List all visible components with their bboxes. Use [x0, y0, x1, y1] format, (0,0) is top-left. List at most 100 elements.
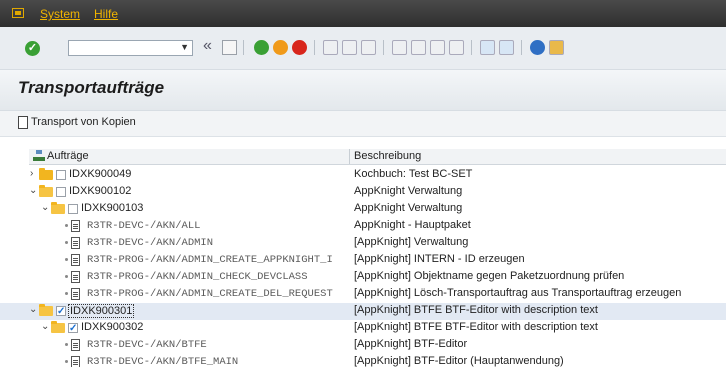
- next-page-icon[interactable]: [430, 40, 445, 55]
- object-description: [AppKnight] BTF-Editor: [354, 338, 468, 350]
- tree-row[interactable]: ⌄ IDXK900102 AppKnight Verwaltung: [0, 184, 726, 201]
- object-icon: [71, 220, 80, 232]
- object-description: [AppKnight] INTERN - ID erzeugen: [354, 253, 525, 265]
- task-id: IDXK900302: [81, 321, 144, 333]
- object-key: R3TR-PROG-/AKN/ADMIN_CHECK_DEVCLASS: [87, 271, 308, 283]
- column-header-requests[interactable]: Aufträge: [47, 150, 89, 162]
- collapse-icon[interactable]: ⌄: [41, 202, 49, 214]
- folder-icon: [39, 168, 53, 180]
- checkbox-checked[interactable]: ✓: [56, 306, 66, 317]
- previous-page-icon[interactable]: [411, 40, 426, 55]
- menu-icon[interactable]: [12, 8, 24, 18]
- tree-row[interactable]: R3TR-PROG-/AKN/ADMIN_CHECK_DEVCLASS [App…: [0, 269, 726, 286]
- bullet-icon: [65, 224, 68, 227]
- tree-row-selected[interactable]: ⌄ ✓ IDXK900301 [AppKnight] BTFE BTF-Edit…: [0, 303, 726, 320]
- hierarchy-icon: [33, 150, 45, 161]
- bullet-icon: [65, 292, 68, 295]
- application-toolbar: Transport von Kopien: [0, 111, 726, 137]
- object-key: R3TR-DEVC-/AKN/ALL: [87, 220, 201, 232]
- bullet-icon: [65, 258, 68, 261]
- open-folder-icon: [39, 304, 53, 316]
- back-icon[interactable]: [254, 40, 269, 55]
- toolbar-separator: [471, 40, 472, 55]
- object-description: [AppKnight] Verwaltung: [354, 236, 469, 248]
- object-description: [AppKnight] Objektname gegen Paketzuordn…: [354, 270, 625, 282]
- checkbox[interactable]: [56, 170, 66, 180]
- open-folder-icon: [51, 321, 65, 333]
- bullet-icon: [65, 241, 68, 244]
- tree-row[interactable]: R3TR-DEVC-/AKN/ALL AppKnight - Hauptpake…: [0, 218, 726, 235]
- object-description: [AppKnight] Lösch-Transportauftrag aus T…: [354, 287, 682, 299]
- object-description: AppKnight - Hauptpaket: [354, 219, 471, 231]
- object-description: [AppKnight] BTF-Editor (Hauptanwendung): [354, 355, 564, 367]
- tree-row[interactable]: R3TR-DEVC-/AKN/ADMIN [AppKnight] Verwalt…: [0, 235, 726, 252]
- object-icon: [71, 356, 80, 367]
- menu-system[interactable]: System: [40, 7, 80, 21]
- menu-help[interactable]: Hilfe: [94, 7, 118, 21]
- object-icon: [71, 237, 80, 249]
- new-session-icon[interactable]: [480, 40, 495, 55]
- request-id: IDXK900049: [69, 168, 132, 180]
- document-icon[interactable]: [18, 116, 28, 129]
- open-folder-icon: [39, 185, 53, 197]
- object-icon: [71, 271, 80, 283]
- command-field[interactable]: ▼: [68, 40, 193, 56]
- open-folder-icon: [51, 202, 65, 214]
- page-title: Transportaufträge: [18, 78, 165, 97]
- tree-row[interactable]: ⌄ ✓ IDXK900302 [AppKnight] BTFE BTF-Edit…: [0, 320, 726, 337]
- standard-toolbar: ✓ ▼ «: [0, 27, 726, 69]
- request-description: [AppKnight] BTFE BTF-Editor with descrip…: [354, 304, 598, 316]
- tree-row[interactable]: › IDXK900049 Kochbuch: Test BC-SET: [0, 167, 726, 184]
- collapse-icon[interactable]: ⌄: [41, 321, 49, 333]
- toolbar-separator: [243, 40, 244, 55]
- shortcut-icon[interactable]: [499, 40, 514, 55]
- toolbar-separator: [383, 40, 384, 55]
- object-key: R3TR-DEVC-/AKN/ADMIN: [87, 237, 214, 249]
- object-key: R3TR-PROG-/AKN/ADMIN_CREATE_APPKNIGHT_I: [87, 254, 333, 266]
- print-icon[interactable]: [323, 40, 338, 55]
- save-icon[interactable]: [222, 40, 237, 55]
- checkbox[interactable]: [56, 187, 66, 197]
- bullet-icon: [65, 360, 68, 363]
- transport-copies-button[interactable]: Transport von Kopien: [31, 116, 136, 128]
- help-icon[interactable]: [530, 40, 545, 55]
- first-page-icon[interactable]: [392, 40, 407, 55]
- tree-row[interactable]: ⌄ IDXK900103 AppKnight Verwaltung: [0, 201, 726, 218]
- task-id: IDXK900103: [81, 202, 144, 214]
- collapse-icon[interactable]: ⌄: [29, 304, 37, 316]
- chevron-down-icon[interactable]: ▼: [180, 42, 189, 52]
- tree-row[interactable]: R3TR-PROG-/AKN/ADMIN_CREATE_DEL_REQUEST …: [0, 286, 726, 303]
- column-header-description[interactable]: Beschreibung: [354, 150, 421, 162]
- title-bar: Transportaufträge: [0, 69, 726, 111]
- find-icon[interactable]: [342, 40, 357, 55]
- request-description: Kochbuch: Test BC-SET: [354, 168, 473, 180]
- last-page-icon[interactable]: [449, 40, 464, 55]
- bullet-icon: [65, 275, 68, 278]
- enter-check-icon[interactable]: ✓: [25, 41, 40, 56]
- tree-row[interactable]: R3TR-DEVC-/AKN/BTFE [AppKnight] BTF-Edit…: [0, 337, 726, 354]
- column-divider[interactable]: [349, 149, 350, 164]
- task-description: [AppKnight] BTFE BTF-Editor with descrip…: [354, 321, 598, 333]
- find-next-icon[interactable]: [361, 40, 376, 55]
- bullet-icon: [65, 343, 68, 346]
- tree-row[interactable]: R3TR-DEVC-/AKN/BTFE_MAIN [AppKnight] BTF…: [0, 354, 726, 367]
- collapse-icon[interactable]: ⌄: [29, 185, 37, 197]
- checkbox-checked[interactable]: ✓: [68, 323, 78, 334]
- request-description: AppKnight Verwaltung: [354, 185, 463, 197]
- cancel-icon[interactable]: [292, 40, 307, 55]
- task-description: AppKnight Verwaltung: [354, 202, 463, 214]
- customize-layout-icon[interactable]: [549, 40, 564, 55]
- tree-header: Aufträge Beschreibung: [29, 149, 726, 165]
- checkbox[interactable]: [68, 204, 78, 214]
- exit-icon[interactable]: [273, 40, 288, 55]
- transport-tree: Aufträge Beschreibung › IDXK900049 Kochb…: [0, 137, 726, 367]
- object-icon: [71, 288, 80, 300]
- toolbar-separator: [521, 40, 522, 55]
- object-key: R3TR-PROG-/AKN/ADMIN_CREATE_DEL_REQUEST: [87, 288, 333, 300]
- object-key: R3TR-DEVC-/AKN/BTFE: [87, 339, 207, 351]
- collapse-toolbar-icon[interactable]: «: [203, 37, 212, 55]
- expand-icon[interactable]: ›: [30, 168, 38, 180]
- object-icon: [71, 254, 80, 266]
- object-key: R3TR-DEVC-/AKN/BTFE_MAIN: [87, 356, 239, 367]
- tree-row[interactable]: R3TR-PROG-/AKN/ADMIN_CREATE_APPKNIGHT_I …: [0, 252, 726, 269]
